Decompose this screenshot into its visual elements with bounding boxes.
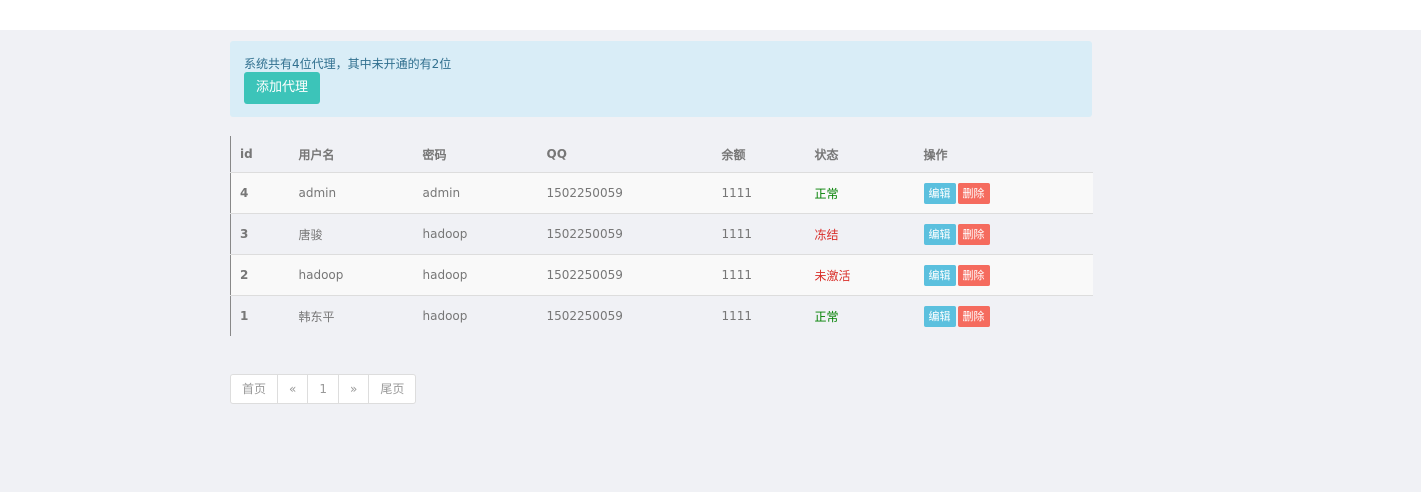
cell-balance: 1111 (712, 172, 806, 214)
cell-id: 2 (230, 254, 290, 296)
cell-password: hadoop (413, 213, 538, 255)
cell-actions: 编辑 删除 (914, 254, 1093, 296)
edit-button[interactable]: 编辑 (923, 305, 956, 327)
column-header-status: 状态 (814, 147, 839, 162)
pagination-page-1[interactable]: 1 (307, 375, 338, 403)
pagination-last[interactable]: 尾页 (368, 375, 415, 403)
summary-alert: 系统共有4位代理，其中未开通的有2位 添加代理 (230, 41, 1092, 117)
cell-balance: 1111 (712, 213, 806, 255)
table-header-row: id 用户名 密码 QQ 余额 状态 操作 (231, 136, 1093, 173)
cell-status: 正常 (805, 172, 915, 214)
edit-button[interactable]: 编辑 (923, 182, 956, 204)
table-row: 3 唐骏 hadoop 1502250059 1111 冻结 编辑 删除 (230, 213, 1093, 255)
cell-username: hadoop (289, 254, 414, 296)
delete-button[interactable]: 删除 (957, 264, 990, 286)
delete-button[interactable]: 删除 (957, 182, 990, 204)
table-row: 2 hadoop hadoop 1502250059 1111 未激活 编辑 删除 (230, 254, 1093, 296)
delete-button[interactable]: 删除 (957, 305, 990, 327)
cell-password: admin (413, 172, 538, 214)
content-container: 系统共有4位代理，其中未开通的有2位 添加代理 id 用户名 密码 QQ 余额 (230, 41, 1093, 404)
cell-id: 3 (230, 213, 290, 255)
status-label: 正常 (814, 186, 839, 201)
edit-button[interactable]: 编辑 (923, 223, 956, 245)
cell-status: 正常 (805, 295, 915, 336)
cell-actions: 编辑 删除 (914, 295, 1093, 336)
cell-qq: 1502250059 (537, 172, 713, 214)
cell-username: admin (289, 172, 414, 214)
cell-actions: 编辑 删除 (914, 172, 1093, 214)
top-bar (0, 0, 1421, 30)
status-label: 未激活 (814, 268, 851, 283)
column-header-actions: 操作 (923, 147, 948, 162)
column-header-balance: 余额 (721, 147, 746, 162)
main-content: 系统共有4位代理，其中未开通的有2位 添加代理 id 用户名 密码 QQ 余额 (0, 30, 1421, 492)
delete-button[interactable]: 删除 (957, 223, 990, 245)
cell-qq: 1502250059 (537, 295, 713, 336)
status-label: 正常 (814, 309, 839, 324)
cell-username: 唐骏 (289, 213, 414, 255)
column-header-id: id (240, 147, 253, 161)
column-header-username: 用户名 (298, 147, 335, 162)
table-row: 1 韩东平 hadoop 1502250059 1111 正常 编辑 删除 (230, 295, 1093, 336)
pagination-first[interactable]: 首页 (231, 375, 277, 403)
cell-password: hadoop (413, 295, 538, 336)
cell-status: 冻结 (805, 213, 915, 255)
cell-balance: 1111 (712, 295, 806, 336)
cell-qq: 1502250059 (537, 213, 713, 255)
agent-table: id 用户名 密码 QQ 余额 状态 操作 4 admin admin 1502… (230, 136, 1093, 336)
cell-id: 1 (230, 295, 290, 336)
cell-balance: 1111 (712, 254, 806, 296)
table-row: 4 admin admin 1502250059 1111 正常 编辑 删除 (230, 172, 1093, 214)
cell-status: 未激活 (805, 254, 915, 296)
cell-password: hadoop (413, 254, 538, 296)
edit-button[interactable]: 编辑 (923, 264, 956, 286)
cell-username: 韩东平 (289, 295, 414, 336)
pagination: 首页 « 1 » 尾页 (230, 374, 417, 404)
column-header-password: 密码 (422, 147, 447, 162)
pagination-prev[interactable]: « (277, 375, 307, 403)
agent-summary-text: 系统共有4位代理，其中未开通的有2位 (244, 57, 452, 71)
add-agent-button[interactable]: 添加代理 (244, 72, 321, 104)
cell-actions: 编辑 删除 (914, 213, 1093, 255)
cell-qq: 1502250059 (537, 254, 713, 296)
pagination-next[interactable]: » (338, 375, 368, 403)
cell-id: 4 (230, 172, 290, 214)
status-label: 冻结 (814, 227, 839, 242)
column-header-qq: QQ (546, 147, 567, 161)
